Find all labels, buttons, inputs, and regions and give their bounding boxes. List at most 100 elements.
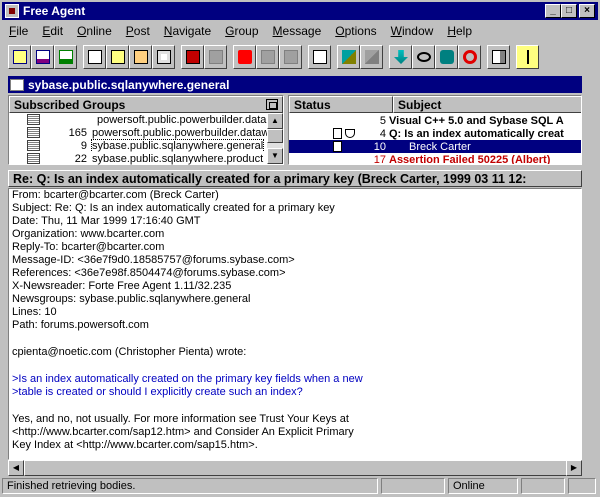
quoted-line: >table is created or should I explicitly… <box>12 386 303 398</box>
arrow-right-icon: ▶ <box>570 463 578 472</box>
scroll-right-button[interactable]: ▶ <box>566 460 582 476</box>
thread-subject: Q: Is an index automatically creat <box>389 127 564 140</box>
go-online-icon <box>238 50 252 64</box>
groups-header[interactable]: Subscribed Groups <box>9 96 283 113</box>
meter-button[interactable] <box>487 45 510 69</box>
group-row-selected[interactable]: 9 sybase.public.sqlanywhere.general <box>9 139 283 152</box>
keep-button[interactable] <box>360 45 383 69</box>
cancel-icon <box>463 50 477 64</box>
message-row-selected[interactable]: 10 Breck Carter <box>289 140 581 153</box>
app-icon[interactable] <box>5 4 19 18</box>
subject-column-header[interactable]: Subject <box>393 96 581 113</box>
menu-group[interactable]: Group <box>218 24 265 38</box>
group-row[interactable]: powersoft.public.powerbuilder.datab <box>9 113 283 126</box>
group-count: 22 <box>74 152 87 165</box>
reply-button[interactable] <box>106 45 129 69</box>
header-line: Path: forums.powersoft.com <box>12 319 149 331</box>
watch-button[interactable] <box>412 45 435 69</box>
scroll-left-button[interactable]: ◀ <box>8 460 24 476</box>
post-reply-button[interactable] <box>129 45 152 69</box>
folder-title: sybase.public.sqlanywhere.general <box>28 77 230 92</box>
pointer-icon <box>527 50 531 64</box>
menu-post[interactable]: Post <box>119 24 157 38</box>
thread-row[interactable]: 5 Visual C++ 5.0 and Sybase SQL A <box>289 114 581 127</box>
menu-file[interactable]: File <box>2 24 35 38</box>
status-mode: Online <box>448 478 518 494</box>
header-line: Subject: Re: Q: Is an index automaticall… <box>12 202 335 214</box>
arrow-up-icon: ▲ <box>271 116 279 125</box>
delete-icon <box>209 50 223 64</box>
status-blank-2 <box>521 478 565 494</box>
print-button[interactable] <box>279 45 302 69</box>
scroll-thumb[interactable] <box>267 129 283 143</box>
thread-row[interactable]: 4 Q: Is an index automatically creat <box>289 127 581 140</box>
newsgroup-icon <box>27 127 40 138</box>
menu-navigate[interactable]: Navigate <box>157 24 218 38</box>
get-headers-button[interactable] <box>8 45 31 69</box>
lock-button[interactable] <box>435 45 458 69</box>
maximize-button[interactable]: □ <box>561 4 577 18</box>
cancel-button[interactable] <box>458 45 481 69</box>
menu-options[interactable]: Options <box>328 24 383 38</box>
forward-icon <box>186 50 200 64</box>
reply-email-button[interactable] <box>152 45 175 69</box>
scroll-thumb[interactable] <box>24 460 568 476</box>
mark-read-button[interactable] <box>389 45 412 69</box>
article-title-bar: Re: Q: Is an index automatically created… <box>8 170 582 187</box>
new-post-button[interactable] <box>83 45 106 69</box>
document-icon <box>333 141 342 152</box>
menu-help[interactable]: Help <box>440 24 479 38</box>
group-count: 9 <box>80 139 87 152</box>
status-header-label: Status <box>294 97 331 112</box>
header-line: Message-ID: <36e7f9d0.18585757@forums.sy… <box>12 254 295 266</box>
thread-count: 17 <box>373 153 386 165</box>
thread-subject: Visual C++ 5.0 and Sybase SQL A <box>389 114 564 127</box>
folder-title-bar: sybase.public.sqlanywhere.general <box>8 76 582 93</box>
body-line: Key Index at <http://www.bcarter.com/sap… <box>12 439 258 451</box>
maximize-pane-icon[interactable] <box>266 99 278 110</box>
lock-icon <box>440 50 454 64</box>
forward-button[interactable] <box>181 45 204 69</box>
save-button[interactable] <box>308 45 331 69</box>
mark-read-icon <box>394 50 408 64</box>
article-hscrollbar[interactable]: ◀ ▶ <box>8 460 582 476</box>
newsgroup-icon <box>27 114 40 125</box>
group-row[interactable]: 165 powersoft.public.powerbuilder.dataw <box>9 126 283 139</box>
go-back-button[interactable] <box>256 45 279 69</box>
status-blank-1 <box>381 478 445 494</box>
menu-window[interactable]: Window <box>384 24 441 38</box>
menu-online[interactable]: Online <box>70 24 119 38</box>
header-line: Reply-To: bcarter@bcarter.com <box>12 241 165 253</box>
minimize-button[interactable]: _ <box>545 4 561 18</box>
reply-email-icon <box>157 50 171 64</box>
menu-message[interactable]: Message <box>266 24 329 38</box>
get-messages-button[interactable] <box>54 45 77 69</box>
menu-edit[interactable]: Edit <box>35 24 70 38</box>
menu-bar: File Edit Online Post Navigate Group Mes… <box>2 22 479 40</box>
status-column-header[interactable]: Status <box>289 96 393 113</box>
go-back-icon <box>261 50 275 64</box>
groups-scrollbar[interactable]: ▲ ▼ <box>267 113 283 164</box>
window-title: Free Agent <box>23 4 86 18</box>
scroll-up-button[interactable]: ▲ <box>267 113 283 129</box>
scroll-down-button[interactable]: ▼ <box>267 148 283 164</box>
pointer-button[interactable] <box>516 45 539 69</box>
newsgroup-icon <box>10 78 24 91</box>
open-browser-button[interactable] <box>337 45 360 69</box>
go-online-button[interactable] <box>233 45 256 69</box>
keep-icon <box>365 50 379 64</box>
header-line: Newsgroups: sybase.public.sqlanywhere.ge… <box>12 293 251 305</box>
thread-row[interactable]: 17 Assertion Failed 50225 (Albert) <box>289 153 581 165</box>
article-body[interactable]: From: bcarter@bcarter.com (Breck Carter)… <box>8 188 582 460</box>
thread-count: 5 <box>379 114 386 127</box>
get-bodies-button[interactable] <box>31 45 54 69</box>
get-headers-icon <box>13 50 27 64</box>
group-row[interactable]: 22 sybase.public.sqlanywhere.product <box>9 152 283 165</box>
group-name: powersoft.public.powerbuilder.datab <box>97 113 273 126</box>
message-author: Breck Carter <box>409 140 471 153</box>
maximize-icon: □ <box>565 5 573 16</box>
close-button[interactable]: × <box>579 4 595 18</box>
delete-button[interactable] <box>204 45 227 69</box>
groups-header-label: Subscribed Groups <box>14 97 126 112</box>
group-name: powersoft.public.powerbuilder.dataw <box>92 126 270 139</box>
